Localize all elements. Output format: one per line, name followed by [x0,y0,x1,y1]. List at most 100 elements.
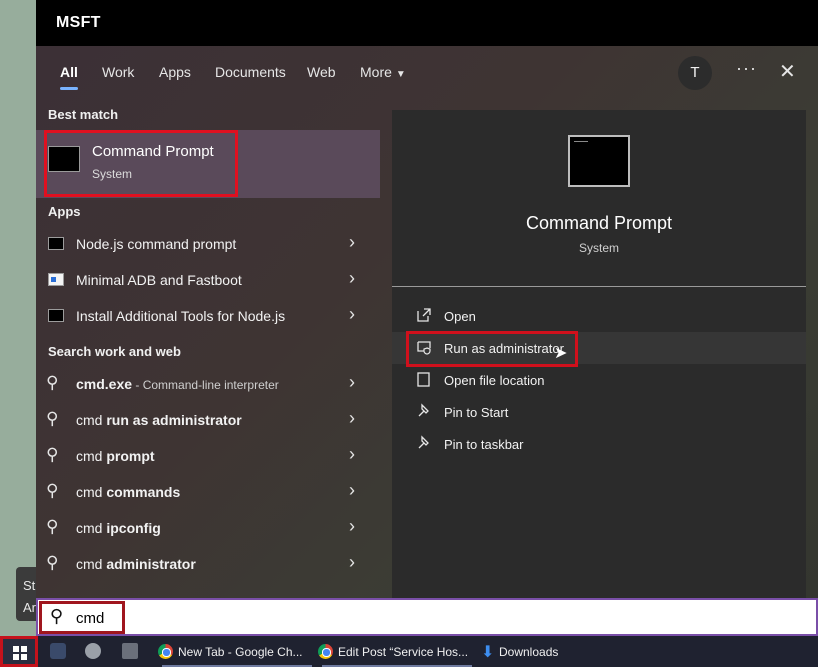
start-button[interactable] [0,636,38,667]
suggestion-prefix: cmd [76,484,107,500]
tab-label: Apps [159,64,191,80]
suggestion-bold: prompt [106,448,155,464]
pin-icon [418,435,429,449]
web-suggestion-label: cmd prompt [76,448,155,464]
action-label: Open file location [444,373,545,388]
taskbar-item-downloads[interactable]: ⬇ Downloads [479,636,569,667]
filter-tabs: All Work Apps Documents Web More ▼ T ··· … [36,46,818,98]
folder-icon [417,372,430,387]
taskbar-item-chrome-new-tab[interactable]: New Tab - Google Ch... [158,636,312,667]
action-label: Open [444,309,476,324]
web-suggestion-label: cmd.exe - Command-line interpreter [76,376,279,392]
open-icon [417,308,431,322]
tab-more[interactable]: More ▼ [360,64,406,90]
action-label: Run as administrator [444,341,564,356]
shield-icon [417,341,431,355]
tab-apps[interactable]: Apps [159,64,191,90]
suggestion-bold: commands [106,484,181,500]
web-suggestion-label: cmd commands [76,484,180,500]
web-suggestion-label: cmd ipconfig [76,520,161,536]
taskbar-item-label: Edit Post “Service Hos... [338,645,469,659]
action-pin-to-taskbar[interactable]: Pin to taskbar [392,428,806,460]
adb-icon [48,273,64,286]
search-panel: All Work Apps Documents Web More ▼ T ··· … [36,46,818,598]
action-run-as-administrator[interactable]: Run as administrator ➤ [392,331,806,367]
action-open-file-location[interactable]: Open file location [392,364,806,396]
suggestion-bold: administrator [106,556,196,572]
web-suggestion-row[interactable]: ⚲ cmd.exe - Command-line interpreter › [36,367,380,401]
web-suggestion-row[interactable]: ⚲ cmd ipconfig › [36,511,380,545]
app-pinned-icon[interactable] [85,643,101,659]
tab-documents[interactable]: Documents [215,64,286,90]
web-suggestion-label: cmd administrator [76,556,196,572]
window-title: MSFT [56,14,101,31]
detail-app-name: Command Prompt [525,213,673,233]
taskbar: New Tab - Google Ch... Edit Post “Servic… [0,636,818,667]
tab-label: All [60,64,78,80]
web-search-heading: Search work and web [48,344,181,359]
detail-app-subtitle: System [578,241,619,255]
account-avatar[interactable]: T [678,56,712,90]
search-icon: ⚲ [46,481,59,500]
chevron-right-icon[interactable]: › [349,304,355,325]
close-icon[interactable]: ✕ [779,59,796,84]
result-detail-pane: Command Prompt System Open Run as admini… [392,110,806,598]
search-box[interactable]: ⚲ cmd [36,598,818,636]
chevron-right-icon[interactable]: › [349,552,355,573]
divider [392,286,806,287]
search-icon: ⚲ [46,445,59,464]
tab-work[interactable]: Work [102,64,134,90]
chevron-right-icon[interactable]: › [349,232,355,253]
desktop-background [0,0,36,636]
chevron-right-icon[interactable]: › [349,480,355,501]
chevron-right-icon[interactable]: › [349,268,355,289]
taskbar-item-label: Downloads [499,645,559,659]
app-result-label: Node.js command prompt [76,236,237,252]
web-suggestion-row[interactable]: ⚲ cmd prompt › [36,439,380,473]
suggestion-prefix: cmd [76,448,107,464]
taskbar-item-label: New Tab - Google Ch... [178,645,303,659]
chevron-right-icon[interactable]: › [349,444,355,465]
pin-icon [418,403,429,417]
more-options-icon[interactable]: ··· [736,58,757,79]
web-suggestion-row[interactable]: ⚲ cmd commands › [36,475,380,509]
app-result-label: Minimal ADB and Fastboot [76,272,242,288]
web-suggestion-row[interactable]: ⚲ cmd run as administrator › [36,403,380,437]
suggestion-bold: ipconfig [106,520,161,536]
web-suggestion-row[interactable]: ⚲ cmd administrator › [36,547,380,581]
tab-web[interactable]: Web [307,64,336,90]
tab-label: Work [102,64,135,80]
download-arrow-icon: ⬇ [481,644,495,661]
command-prompt-icon [48,146,80,172]
suggestion-bold: run as administrator [106,412,242,428]
suggestion-prefix: cmd [76,556,107,572]
calculator-icon[interactable] [122,643,138,659]
app-pinned-icon[interactable] [50,643,66,659]
windows-logo-icon [13,646,27,660]
window-title-bar: MSFT [36,0,818,46]
chrome-icon [318,644,333,659]
chevron-right-icon[interactable]: › [349,516,355,537]
command-prompt-icon [568,135,630,187]
action-open[interactable]: Open [392,300,806,332]
app-result-row[interactable]: Minimal ADB and Fastboot › [36,263,380,297]
chevron-right-icon[interactable]: › [349,408,355,429]
taskbar-item-chrome-edit-post[interactable]: Edit Post “Service Hos... [318,636,473,667]
mouse-cursor-icon: ➤ [554,345,568,362]
search-icon: ⚲ [46,517,59,536]
web-suggestion-label: cmd run as administrator [76,412,242,428]
search-icon: ⚲ [50,606,64,626]
chevron-right-icon[interactable]: › [349,372,355,393]
terminal-icon [48,237,64,250]
tab-label: Documents [215,64,286,80]
terminal-icon [48,309,64,322]
app-result-row[interactable]: Install Additional Tools for Node.js › [36,299,380,333]
search-input[interactable]: cmd [76,610,104,627]
action-label: Pin to taskbar [444,437,524,452]
best-match-result[interactable]: Command Prompt System [36,130,380,198]
app-result-row[interactable]: Node.js command prompt › [36,227,380,261]
tab-all[interactable]: All [60,64,78,90]
search-icon: ⚲ [46,409,59,428]
action-pin-to-start[interactable]: Pin to Start [392,396,806,428]
best-match-name: Command Prompt [92,143,214,160]
